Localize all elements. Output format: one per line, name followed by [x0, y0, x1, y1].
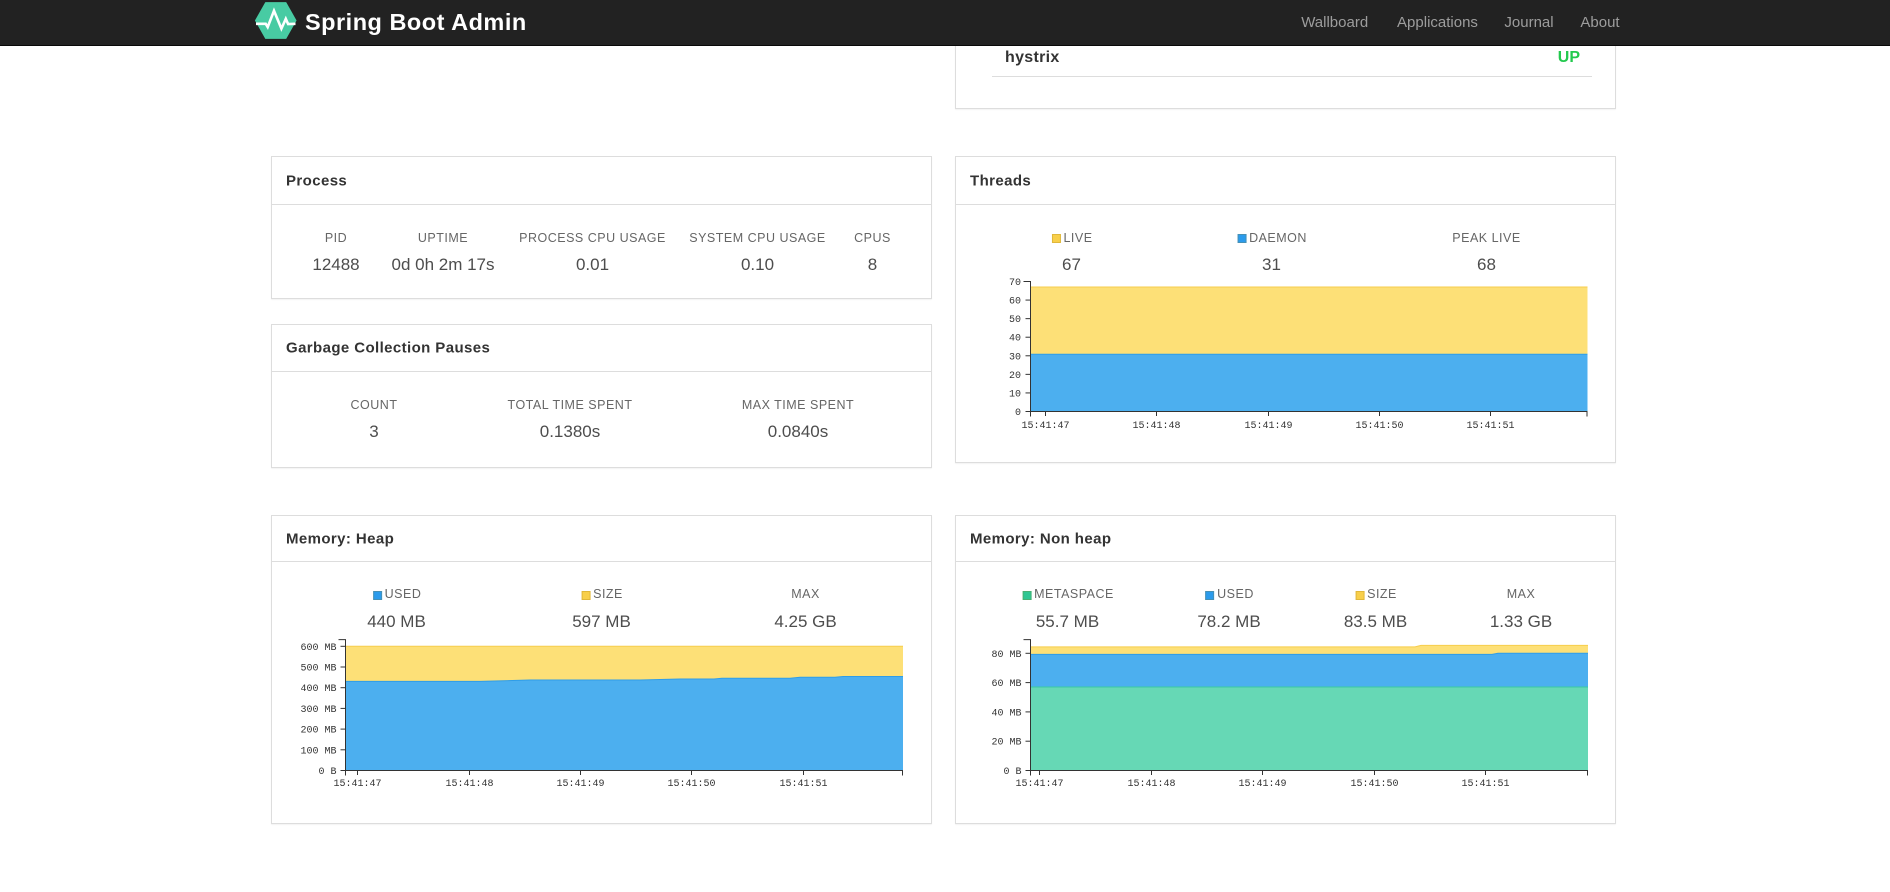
svg-text:50: 50: [1009, 315, 1021, 326]
svg-text:15:41:47: 15:41:47: [1021, 421, 1069, 432]
svg-text:15:41:48: 15:41:48: [445, 779, 493, 790]
svg-text:15:41:49: 15:41:49: [556, 779, 604, 790]
svg-text:15:41:48: 15:41:48: [1132, 421, 1180, 432]
svg-text:15:41:51: 15:41:51: [779, 779, 827, 790]
svg-text:40: 40: [1009, 334, 1021, 345]
svg-text:70: 70: [1009, 278, 1021, 289]
svg-text:80 MB: 80 MB: [991, 650, 1021, 661]
svg-text:300 MB: 300 MB: [300, 705, 336, 716]
svg-text:200 MB: 200 MB: [300, 726, 336, 737]
svg-text:0 B: 0 B: [1003, 767, 1021, 778]
svg-text:15:41:48: 15:41:48: [1127, 779, 1175, 790]
svg-text:15:41:49: 15:41:49: [1238, 779, 1286, 790]
svg-text:15:41:50: 15:41:50: [1350, 779, 1398, 790]
svg-text:0 B: 0 B: [318, 767, 336, 778]
svg-text:15:41:50: 15:41:50: [1355, 421, 1403, 432]
svg-text:600 MB: 600 MB: [300, 643, 336, 654]
svg-text:400 MB: 400 MB: [300, 684, 336, 695]
svg-text:30: 30: [1009, 352, 1021, 363]
svg-text:60 MB: 60 MB: [991, 679, 1021, 690]
svg-text:15:41:51: 15:41:51: [1461, 779, 1509, 790]
svg-text:100 MB: 100 MB: [300, 746, 336, 757]
svg-text:500 MB: 500 MB: [300, 664, 336, 675]
svg-text:20: 20: [1009, 371, 1021, 382]
svg-text:15:41:50: 15:41:50: [667, 779, 715, 790]
svg-text:15:41:47: 15:41:47: [333, 779, 381, 790]
svg-text:20 MB: 20 MB: [991, 738, 1021, 749]
svg-text:0: 0: [1015, 408, 1021, 419]
svg-text:15:41:47: 15:41:47: [1015, 779, 1063, 790]
svg-text:15:41:49: 15:41:49: [1244, 421, 1292, 432]
svg-text:15:41:51: 15:41:51: [1466, 421, 1514, 432]
svg-text:10: 10: [1009, 389, 1021, 400]
svg-text:60: 60: [1009, 297, 1021, 308]
svg-text:40 MB: 40 MB: [991, 708, 1021, 719]
